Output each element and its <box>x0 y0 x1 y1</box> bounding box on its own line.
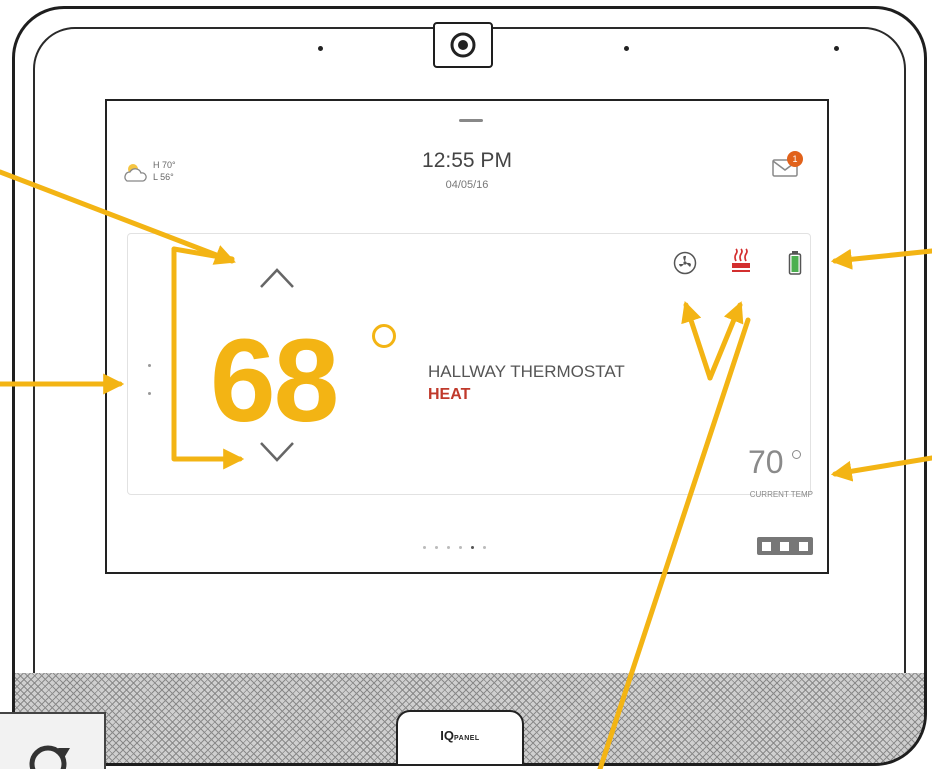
page-dot[interactable] <box>435 546 438 549</box>
sensor-dot <box>834 46 839 51</box>
heat-icon[interactable] <box>728 248 754 276</box>
current-temp-degree-symbol <box>792 450 801 459</box>
page-dot[interactable] <box>423 546 426 549</box>
current-temp-value: 70 <box>748 444 784 480</box>
setpoint-degree-symbol <box>372 324 396 348</box>
brand-sub: PANEL <box>454 735 480 742</box>
page-dot[interactable] <box>483 546 486 549</box>
clock-date: 04/05/16 <box>445 179 489 191</box>
page-dot[interactable] <box>471 546 474 549</box>
brand-logo: IQPANEL <box>396 710 524 766</box>
page-dot[interactable] <box>447 546 450 549</box>
sensor-dot <box>624 46 629 51</box>
increase-setpoint-button[interactable] <box>258 266 296 290</box>
refresh-thumbnail <box>0 712 106 769</box>
plus-icon <box>799 541 809 551</box>
messages-button[interactable]: 1 <box>770 151 812 183</box>
thermostat-card: 68 HALLWAY THERMOSTAT HEAT 70 CURRENT TE… <box>127 233 813 499</box>
quick-toggle-button[interactable] <box>757 537 813 555</box>
current-temp-label: CURRENT TEMP <box>749 490 813 499</box>
pull-down-handle[interactable] <box>459 119 483 122</box>
thermostat-mode[interactable]: HEAT <box>428 386 470 404</box>
page-dot[interactable] <box>459 546 462 549</box>
page-side-dot <box>148 364 151 367</box>
sensor-dot <box>318 46 323 51</box>
refresh-icon <box>29 745 70 769</box>
page-indicator <box>423 546 486 549</box>
thermostat-name: HALLWAY THERMOSTAT <box>428 362 625 381</box>
setpoint-value: 68 <box>210 315 339 447</box>
stage: H 70° L 56° 12:55 PM 04/05/16 1 68 HALLW… <box>0 0 932 769</box>
battery-icon <box>788 251 802 275</box>
settings-icon <box>780 541 790 551</box>
page-side-dot <box>148 392 151 395</box>
shield-icon <box>761 541 771 551</box>
brand-name: IQ <box>440 728 454 743</box>
camera-icon <box>433 22 493 68</box>
unread-badge: 1 <box>787 151 803 167</box>
clock-time: 12:55 PM <box>422 149 512 172</box>
fan-icon[interactable] <box>672 250 698 276</box>
touch-screen: H 70° L 56° 12:55 PM 04/05/16 1 68 HALLW… <box>105 99 829 574</box>
